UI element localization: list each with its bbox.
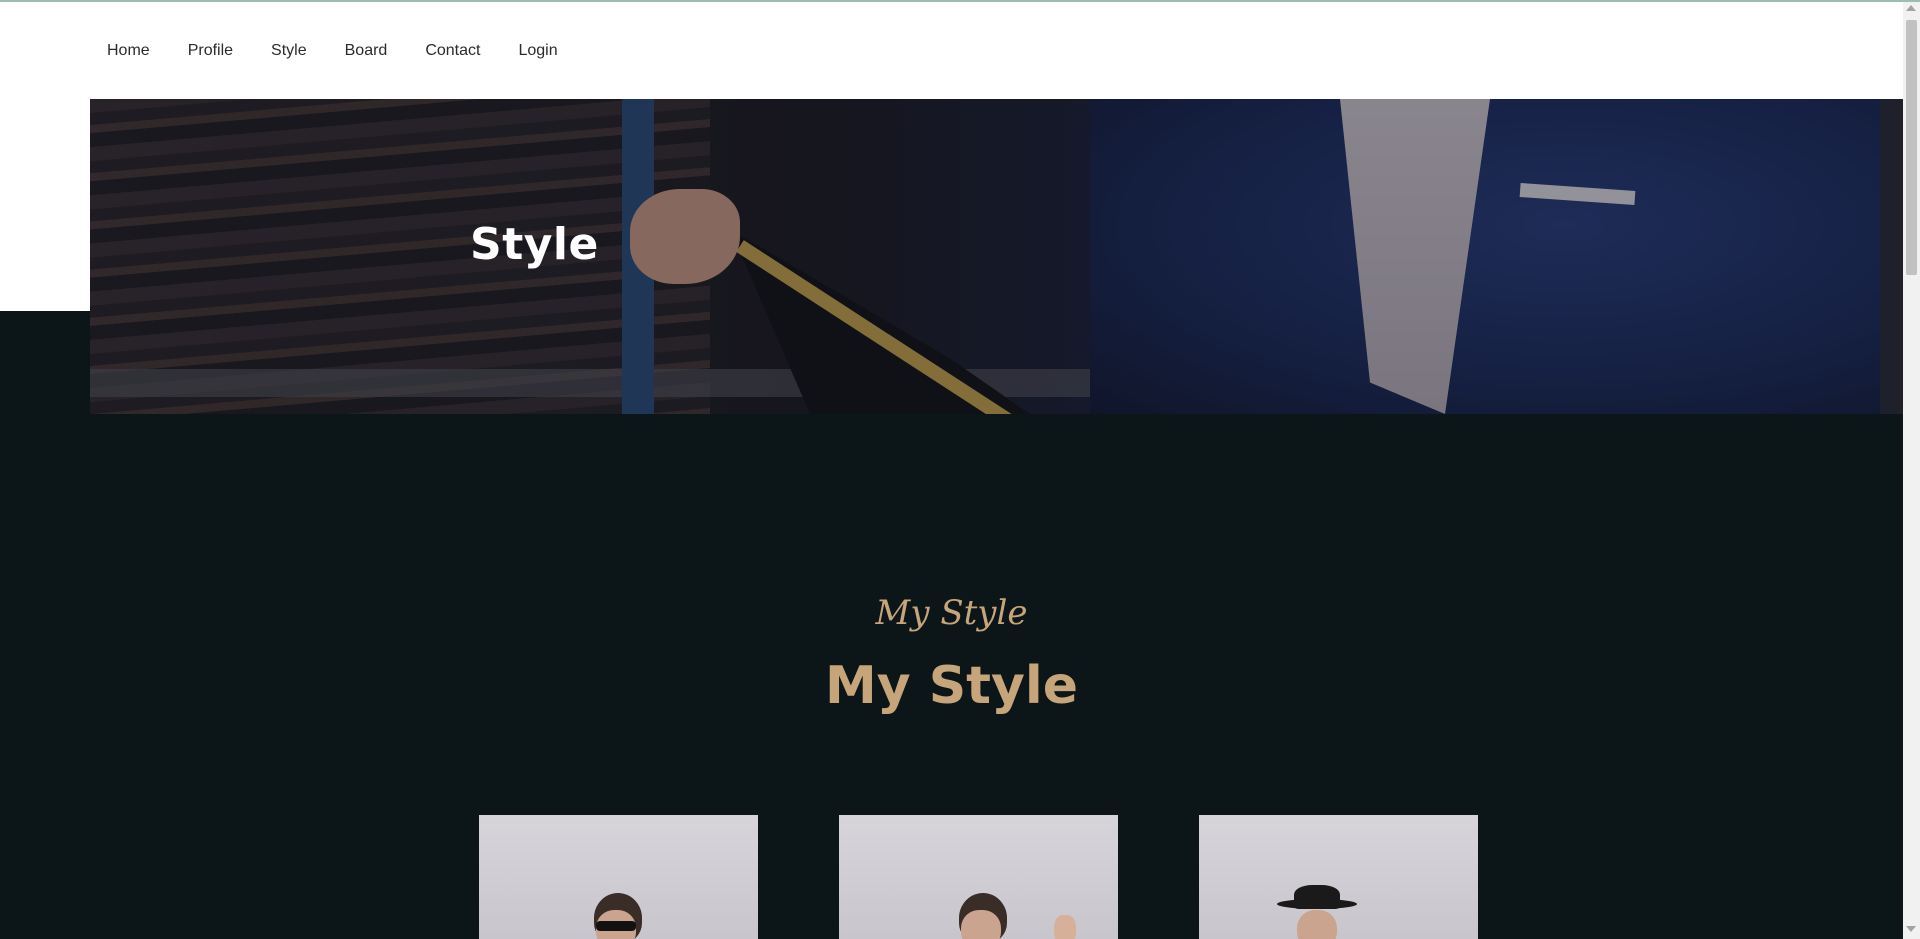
sunglasses-icon (596, 921, 636, 931)
nav-board[interactable]: Board (345, 42, 388, 60)
person-face (1297, 910, 1337, 939)
section-script-title: My Style (875, 593, 1028, 633)
person-face (961, 910, 1001, 939)
nav-profile[interactable]: Profile (188, 42, 233, 60)
nav-login[interactable]: Login (518, 42, 557, 60)
nav-contact[interactable]: Contact (425, 42, 480, 60)
main-nav: Home Profile Style Board Contact Login (88, 36, 577, 66)
nav-home[interactable]: Home (107, 42, 150, 60)
scrollbar-thumb[interactable] (1906, 20, 1917, 275)
style-card-1[interactable] (479, 815, 758, 939)
scroll-up-icon[interactable] (1906, 5, 1916, 11)
section-title: My Style (824, 656, 1079, 716)
style-card-3[interactable] (1199, 815, 1478, 939)
hat-brim (1277, 899, 1357, 909)
scroll-down-icon[interactable] (1906, 926, 1916, 932)
hero-overlay (90, 99, 1903, 414)
header-side-panel (0, 99, 90, 311)
waving-hand-icon (1054, 915, 1076, 939)
style-card-2[interactable] (839, 815, 1118, 939)
hero-title: Style (470, 219, 599, 270)
nav-style[interactable]: Style (271, 42, 307, 60)
hero-banner: Style (90, 99, 1903, 414)
